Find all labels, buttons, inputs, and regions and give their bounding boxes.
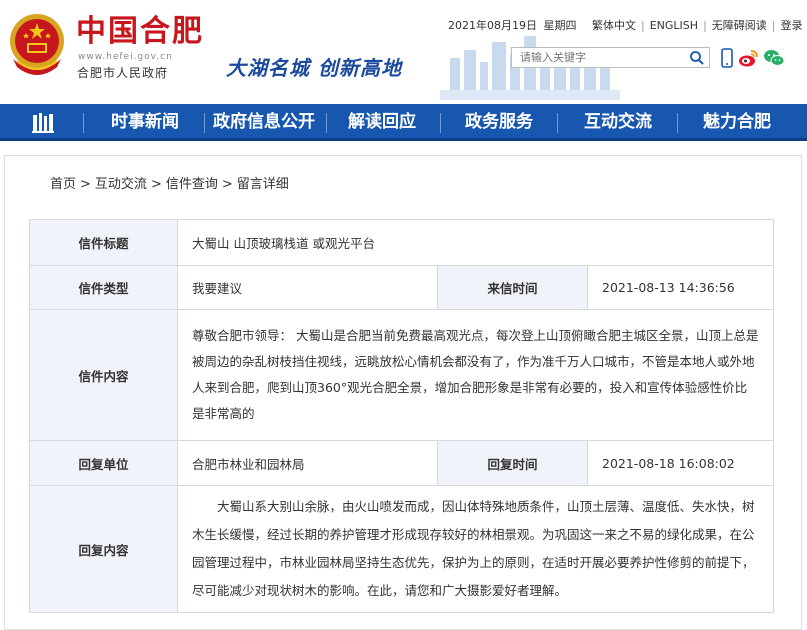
mobile-icon[interactable] — [716, 47, 738, 69]
nav-divider — [204, 113, 205, 133]
breadcrumb-separator: > — [221, 177, 233, 192]
table-row: 信件类型 我要建议 来信时间 2021-08-13 14:36:56 — [29, 265, 775, 310]
breadcrumb-current: 留言详细 — [236, 177, 289, 192]
gov-name: 合肥市人民政府 — [77, 66, 169, 80]
nav-divider — [440, 113, 441, 133]
nav-divider — [326, 113, 327, 133]
site-header: 中国合肥 www.hefei.gov.cn 合肥市人民政府 大湖名城 创新高地 … — [0, 0, 807, 104]
login-link[interactable]: 登录 — [781, 17, 803, 33]
main-content: 首页 > 互动交流 > 信件查询 > 留言详细 信件标题 大蜀山 山顶玻璃栈道 或观光平台 … — [4, 155, 802, 630]
main-nav: 时事新闻 政府信息公开 解读回应 政务服务 互动交流 魅力合肥 — [0, 104, 807, 141]
national-emblem-icon[interactable] — [7, 9, 67, 81]
nav-item-gov-info[interactable]: 政府信息公开 — [206, 104, 322, 141]
current-weekday: 星期四 — [543, 19, 577, 32]
separator: | — [703, 19, 707, 32]
letter-content: 尊敬合肥市领导： 大蜀山是合肥当前免费最高观光点，每次登上山顶俯瞰合肥主城区全景… — [176, 309, 775, 441]
search-box — [511, 47, 710, 68]
breadcrumb-letter-query-link[interactable]: 信件查询 — [166, 177, 218, 192]
accessibility-link[interactable]: 无障碍阅读 — [712, 17, 767, 33]
reply-unit: 合肥市林业和园林局 — [177, 440, 438, 486]
letter-title: 大蜀山 山顶玻璃栈道 或观光平台 — [176, 219, 775, 266]
separator: | — [641, 19, 645, 32]
content-label: 信件内容 — [29, 309, 178, 441]
nav-item-charm-hefei[interactable]: 魅力合肥 — [691, 104, 783, 141]
nav-item-services[interactable]: 政务服务 — [453, 104, 545, 141]
top-links: 繁体中文 | ENGLISH | 无障碍阅读 | 登录 — [592, 17, 803, 33]
reply-unit-label: 回复单位 — [29, 440, 178, 486]
nav-item-interpretation[interactable]: 解读回应 — [336, 104, 428, 141]
table-row: 回复内容 大蜀山系大别山余脉，由火山喷发而成，因山体特殊地质条件，山顶土层薄、温… — [29, 485, 775, 613]
wechat-icon[interactable] — [763, 47, 785, 69]
breadcrumb: 首页 > 互动交流 > 信件查询 > 留言详细 — [50, 173, 293, 192]
table-row: 回复单位 合肥市林业和园林局 回复时间 2021-08-18 16:08:02 — [29, 440, 775, 486]
traditional-chinese-link[interactable]: 繁体中文 — [592, 17, 636, 33]
reply-time-label: 回复时间 — [437, 440, 588, 486]
home-icon[interactable] — [30, 111, 56, 133]
english-link[interactable]: ENGLISH — [650, 19, 698, 32]
reply-time: 2021-08-18 16:08:02 — [586, 440, 775, 486]
separator: | — [771, 19, 776, 32]
reply-content-label: 回复内容 — [29, 485, 178, 613]
nav-divider — [677, 113, 678, 133]
current-date: 2021年08月19日 — [448, 19, 537, 32]
site-url: www.hefei.gov.cn — [78, 52, 173, 62]
breadcrumb-interaction-link[interactable]: 互动交流 — [95, 177, 147, 192]
letter-type: 我要建议 — [177, 265, 438, 310]
letter-detail-table: 信件标题 大蜀山 山顶玻璃栈道 或观光平台 信件类型 我要建议 来信时间 202… — [29, 219, 775, 613]
received-time-label: 来信时间 — [437, 265, 588, 310]
reply-content: 大蜀山系大别山余脉，由火山喷发而成，因山体特殊地质条件，山顶土层薄、温度低、失水… — [176, 485, 775, 613]
nav-item-interaction[interactable]: 互动交流 — [572, 104, 664, 141]
received-time: 2021-08-13 14:36:56 — [586, 265, 775, 310]
breadcrumb-separator: > — [80, 177, 91, 192]
breadcrumb-separator: > — [150, 177, 162, 192]
date-display: 2021年08月19日 星期四 — [448, 17, 577, 33]
type-label: 信件类型 — [29, 265, 178, 310]
weibo-icon[interactable] — [737, 47, 759, 69]
slogan: 大湖名城 创新高地 — [226, 56, 402, 80]
nav-item-news[interactable]: 时事新闻 — [95, 104, 195, 141]
table-row: 信件内容 尊敬合肥市领导： 大蜀山是合肥当前免费最高观光点，每次登上山顶俯瞰合肥… — [29, 309, 775, 441]
breadcrumb-home-link[interactable]: 首页 — [50, 177, 76, 192]
title-label: 信件标题 — [29, 219, 178, 266]
search-icon[interactable] — [689, 50, 705, 66]
search-input[interactable] — [512, 48, 682, 67]
nav-divider — [557, 113, 558, 133]
site-name[interactable]: 中国合肥 — [76, 14, 204, 50]
nav-divider — [83, 113, 84, 133]
table-row: 信件标题 大蜀山 山顶玻璃栈道 或观光平台 — [29, 219, 775, 266]
